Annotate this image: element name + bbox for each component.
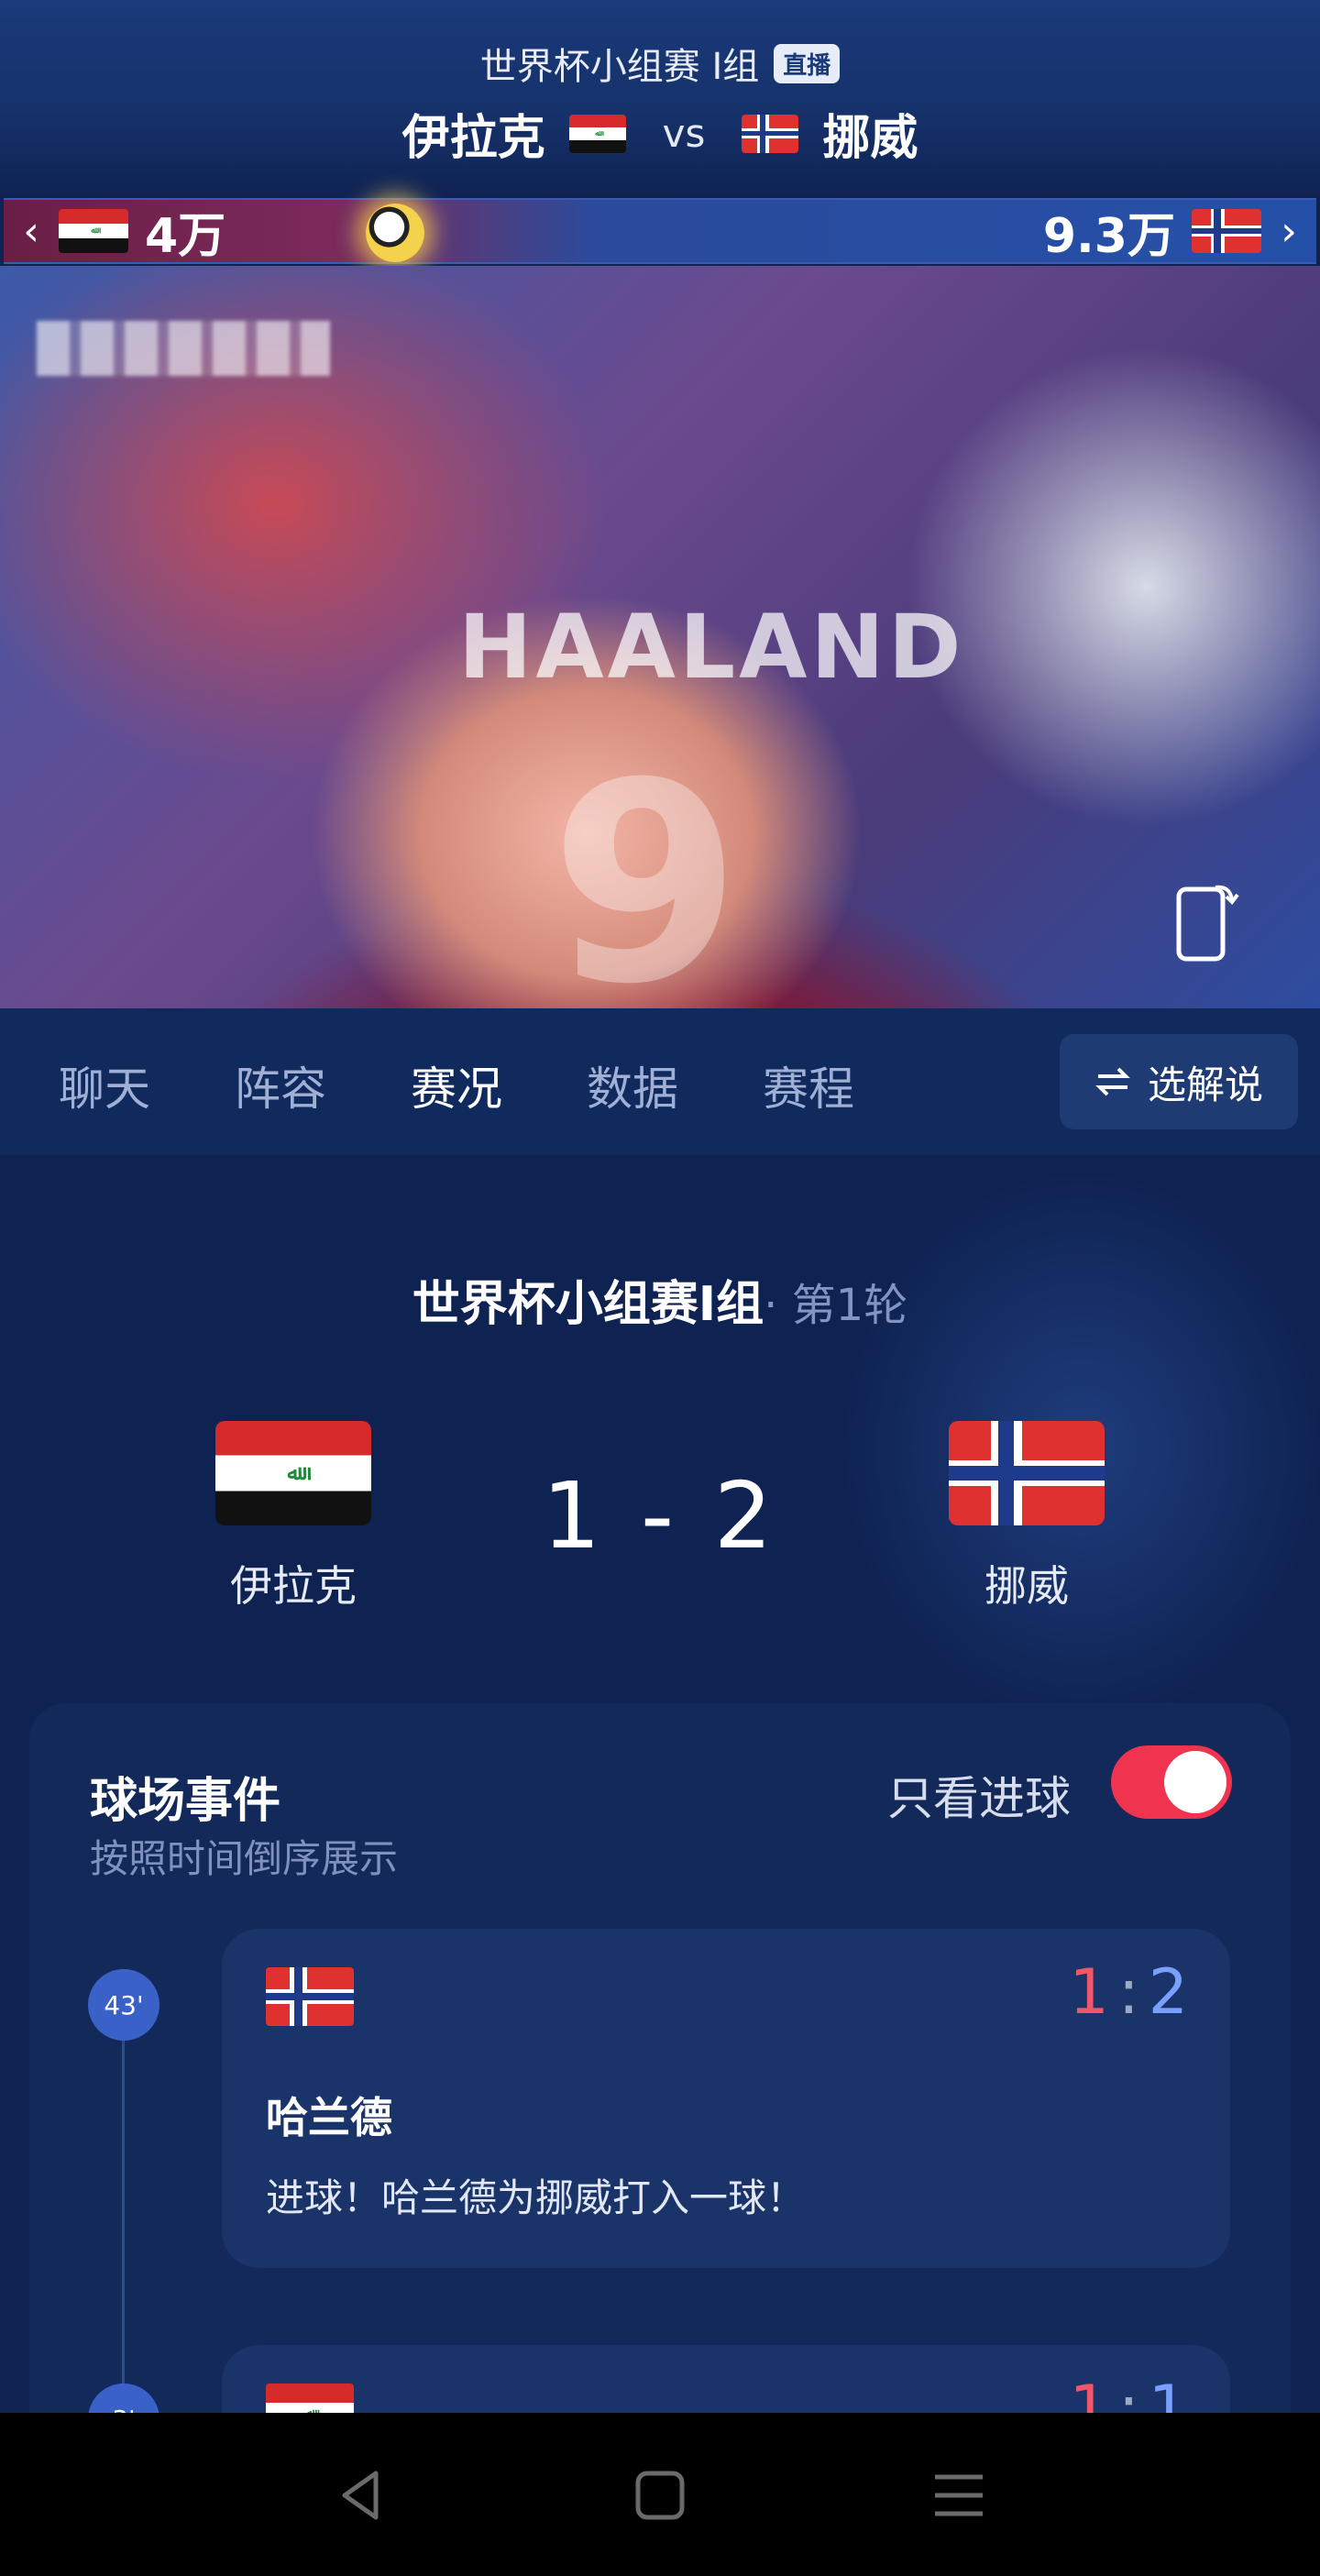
events-title: 球场事件 [90, 1774, 281, 1829]
live-video-player[interactable]: HAALAND 9 [0, 266, 1320, 1008]
event-score-separator: : [1117, 1956, 1139, 2029]
event-card[interactable]: 1:2 哈兰德 进球！哈兰德为挪威打入一球！ [222, 1929, 1230, 2268]
goals-only-toggle[interactable] [1111, 1745, 1232, 1819]
chevron-left-icon[interactable]: ‹ [4, 208, 59, 255]
home-popularity-count: 4万 [145, 208, 226, 264]
away-team[interactable]: 挪威 [935, 1421, 1118, 1613]
live-badge: 直播 [774, 43, 841, 83]
away-team-label: 挪威 [984, 1561, 1069, 1611]
norway-flag-icon [742, 114, 799, 153]
system-navigation-bar [0, 2413, 1320, 2576]
match-score: 1 - 2 [542, 1462, 778, 1569]
event-minute-badge: 43' [88, 1969, 160, 2041]
jersey-number: 9 [550, 724, 742, 1008]
event-description: 进球！哈兰德为挪威打入一球！ [266, 2175, 806, 2220]
event-player: 哈兰德 [266, 2093, 392, 2142]
rotate-screen-icon[interactable] [1175, 880, 1239, 963]
match-title: 伊拉克 ﷲ vs 挪威 [0, 99, 1320, 168]
event-score-home: 1 [1069, 1956, 1109, 2029]
event-score-away: 2 [1148, 1956, 1188, 2029]
match-summary: 世界杯小组赛I组· 第1轮 ﷲ 伊拉克 1 - 2 挪威 [0, 1155, 1320, 1705]
tab-bar: 聊天 阵容 赛况 数据 赛程 选解说 [0, 1008, 1320, 1155]
away-popularity: 9.3万 › [1027, 197, 1316, 266]
tab-match-status[interactable]: 赛况 [411, 1052, 502, 1118]
event-score: 1:2 [1070, 1956, 1188, 2029]
select-commentator-button[interactable]: 选解说 [1060, 1034, 1298, 1129]
home-team-name: 伊拉克 [402, 111, 545, 166]
iraq-flag-icon: ﷲ [568, 114, 626, 153]
iraq-flag-icon: ﷲ [215, 1421, 371, 1525]
events-subtitle: 按照时间倒序展示 [90, 1836, 399, 1881]
tab-stats[interactable]: 数据 [587, 1052, 678, 1118]
subtitle-text: 世界杯小组赛 I组 [479, 46, 760, 88]
norway-flag-icon [266, 1967, 354, 2026]
away-team-name: 挪威 [822, 111, 918, 166]
norway-flag-icon [1192, 209, 1261, 253]
away-popularity-count: 9.3万 [1042, 208, 1175, 264]
goals-only-label: 只看进球 [887, 1772, 1071, 1825]
back-icon[interactable] [326, 2459, 400, 2532]
iraq-flag-icon: ﷲ [59, 209, 128, 253]
tab-lineup[interactable]: 阵容 [235, 1052, 326, 1118]
league-name: 世界杯小组赛I组 [412, 1277, 764, 1332]
tab-schedule[interactable]: 赛程 [763, 1052, 854, 1118]
home-team-label: 伊拉克 [230, 1561, 357, 1611]
blurred-watermark [37, 321, 330, 376]
popularity-bar: ‹ ﷲ 4万 9.3万 › [4, 198, 1316, 264]
norway-flag-icon [949, 1421, 1105, 1525]
menu-icon[interactable] [922, 2459, 996, 2532]
home-icon[interactable] [623, 2459, 697, 2532]
chevron-right-icon[interactable]: › [1261, 208, 1316, 255]
home-team[interactable]: ﷲ 伊拉克 [202, 1421, 385, 1613]
match-header: 世界杯小组赛 I组 直播 伊拉克 ﷲ vs 挪威 [0, 0, 1320, 197]
toggle-knob [1164, 1751, 1226, 1813]
round-label: · 第1轮 [764, 1280, 908, 1331]
select-commentator-label: 选解说 [1147, 1062, 1263, 1107]
swap-icon [1095, 1067, 1130, 1096]
league-title: 世界杯小组赛I组· 第1轮 [0, 1265, 1320, 1334]
football-icon [366, 204, 424, 262]
vs-label: vs [662, 111, 706, 156]
match-subtitle: 世界杯小组赛 I组 直播 [0, 37, 1320, 90]
tab-chat[interactable]: 聊天 [59, 1052, 150, 1118]
jersey-name: HAALAND [458, 596, 965, 699]
